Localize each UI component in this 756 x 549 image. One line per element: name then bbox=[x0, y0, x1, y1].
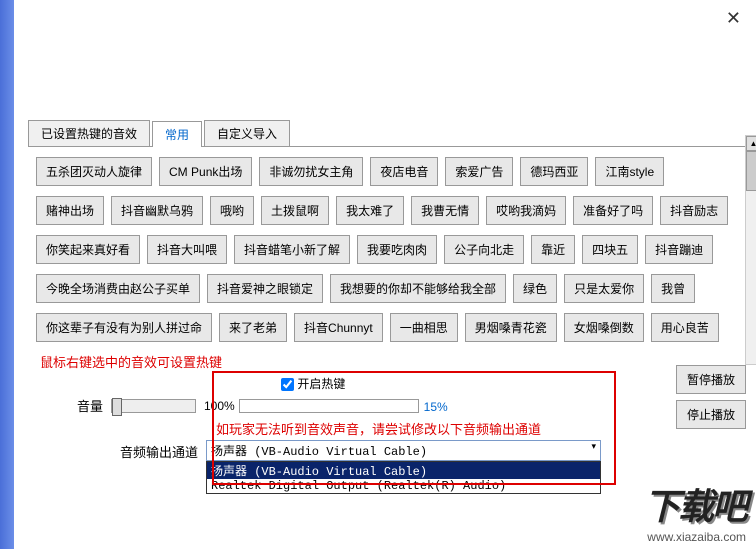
sound-btn[interactable]: 五杀团灭动人旋律 bbox=[36, 157, 152, 186]
enable-hotkey-checkbox[interactable] bbox=[281, 378, 294, 391]
scrollbar-thumb[interactable] bbox=[746, 151, 756, 191]
sound-btn[interactable]: 我太难了 bbox=[336, 196, 404, 225]
stop-button[interactable]: 停止播放 bbox=[676, 400, 746, 429]
chevron-down-icon: ▾ bbox=[591, 442, 596, 459]
sound-btn[interactable]: 用心良苦 bbox=[651, 313, 719, 342]
volume-percent: 100% bbox=[204, 399, 235, 413]
output-dropdown-list: 扬声器 (VB-Audio Virtual Cable) Realtek Dig… bbox=[206, 461, 601, 494]
sound-btn[interactable]: 我曹无情 bbox=[411, 196, 479, 225]
sound-btn[interactable]: 抖音蜡笔小新了解 bbox=[234, 235, 350, 264]
sound-btn[interactable]: 今晚全场消费由赵公子买单 bbox=[36, 274, 200, 303]
output-selected: 扬声器 (VB-Audio Virtual Cable) bbox=[211, 442, 427, 459]
sound-btn[interactable]: 抖音励志 bbox=[660, 196, 728, 225]
scrollbar[interactable]: ▲ bbox=[745, 135, 756, 365]
tab-hotkey-sounds[interactable]: 已设置热键的音效 bbox=[28, 120, 150, 146]
output-dropdown[interactable]: 扬声器 (VB-Audio Virtual Cable) ▾ 扬声器 (VB-A… bbox=[206, 440, 601, 494]
sound-btn[interactable]: 绿色 bbox=[513, 274, 557, 303]
sound-buttons-panel: 五杀团灭动人旋律 CM Punk出场 非诚勿扰女主角 夜店电音 索爱广告 德玛西… bbox=[28, 147, 746, 500]
sound-btn[interactable]: 非诚勿扰女主角 bbox=[259, 157, 363, 186]
sound-btn[interactable]: 我要吃肉肉 bbox=[357, 235, 437, 264]
sound-btn[interactable]: 靠近 bbox=[531, 235, 575, 264]
output-option[interactable]: 扬声器 (VB-Audio Virtual Cable) bbox=[207, 462, 600, 479]
sound-btn[interactable]: 哎哟我滴妈 bbox=[486, 196, 566, 225]
tab-common[interactable]: 常用 bbox=[152, 121, 202, 147]
tab-bar: 已设置热键的音效 常用 自定义导入 bbox=[28, 120, 746, 147]
sound-btn[interactable]: 四块五 bbox=[582, 235, 638, 264]
scroll-up-icon[interactable]: ▲ bbox=[746, 136, 756, 151]
sound-btn[interactable]: 抖音蹦迪 bbox=[645, 235, 713, 264]
sound-btn[interactable]: 准备好了吗 bbox=[573, 196, 653, 225]
sound-btn[interactable]: 江南style bbox=[595, 157, 664, 186]
sound-btn[interactable]: 女烟嗓倒数 bbox=[564, 313, 644, 342]
volume-slider[interactable] bbox=[111, 399, 196, 413]
sound-btn[interactable]: 你这辈子有没有为别人拼过命 bbox=[36, 313, 212, 342]
audio-output-hint: 如玩家无法听到音效声音，请尝试修改以下音频输出通道 bbox=[216, 419, 738, 438]
sound-btn[interactable]: 土拨鼠啊 bbox=[261, 196, 329, 225]
watermark: 下载吧 www.xiazaiba.com bbox=[644, 478, 746, 544]
watermark-logo: 下载吧 bbox=[644, 478, 746, 530]
sound-btn[interactable]: 哦哟 bbox=[210, 196, 254, 225]
close-icon[interactable]: ✕ bbox=[726, 8, 741, 29]
sound-btn[interactable]: 赌神出场 bbox=[36, 196, 104, 225]
volume-meter-pct: 15% bbox=[424, 400, 448, 414]
volume-label: 音量 bbox=[36, 396, 111, 415]
sound-btn[interactable]: 抖音Chunnyt bbox=[294, 313, 383, 342]
sound-btn[interactable]: 抖音幽默乌鸦 bbox=[111, 196, 203, 225]
hotkey-hint: 鼠标右键选中的音效可设置热键 bbox=[40, 352, 738, 371]
sound-btn[interactable]: 一曲相思 bbox=[390, 313, 458, 342]
sound-btn[interactable]: 公子向北走 bbox=[444, 235, 524, 264]
watermark-url: www.xiazaiba.com bbox=[644, 530, 746, 544]
tab-custom-import[interactable]: 自定义导入 bbox=[204, 120, 290, 146]
sound-btn[interactable]: 抖音爱神之眼锁定 bbox=[207, 274, 323, 303]
sound-btn[interactable]: 男烟嗓青花瓷 bbox=[465, 313, 557, 342]
sound-btn[interactable]: 抖音大叫喂 bbox=[147, 235, 227, 264]
output-label: 音频输出通道 bbox=[36, 440, 206, 461]
sound-btn[interactable]: 你笑起来真好看 bbox=[36, 235, 140, 264]
sound-btn[interactable]: CM Punk出场 bbox=[159, 157, 252, 186]
sound-btn[interactable]: 夜店电音 bbox=[370, 157, 438, 186]
sound-btn[interactable]: 我想要的你却不能够给我全部 bbox=[330, 274, 506, 303]
sound-btn[interactable]: 我曾 bbox=[651, 274, 695, 303]
sound-btn[interactable]: 索爱广告 bbox=[445, 157, 513, 186]
sound-btn[interactable]: 德玛西亚 bbox=[520, 157, 588, 186]
enable-hotkey-label: 开启热键 bbox=[297, 377, 345, 391]
volume-meter: 15% bbox=[239, 399, 419, 413]
pause-button[interactable]: 暂停播放 bbox=[676, 365, 746, 394]
sound-btn[interactable]: 来了老弟 bbox=[219, 313, 287, 342]
output-option[interactable]: Realtek Digital Output (Realtek(R) Audio… bbox=[207, 479, 600, 493]
sound-btn[interactable]: 只是太爱你 bbox=[564, 274, 644, 303]
